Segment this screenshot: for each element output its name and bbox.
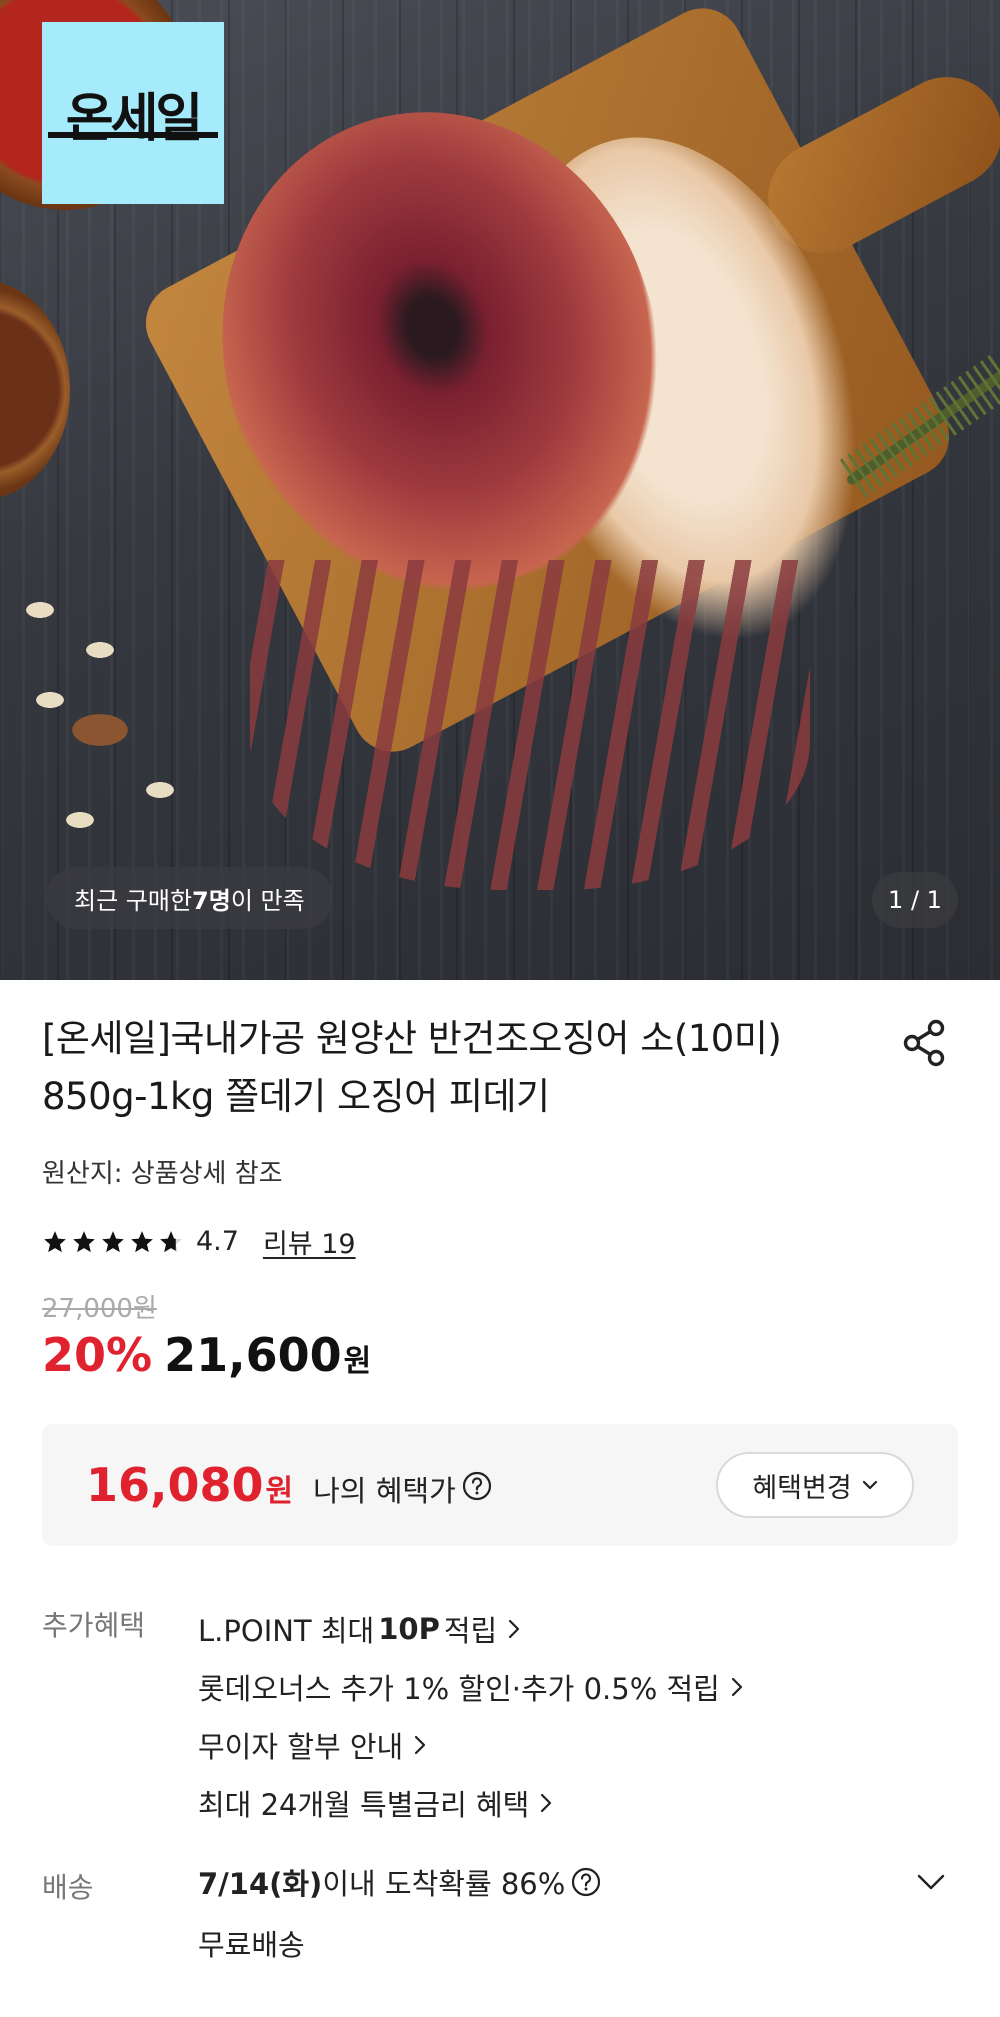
delivery-label: 배송 bbox=[42, 1871, 94, 1904]
extra-benefit-text: 무이자 할부 안내 bbox=[198, 1730, 404, 1764]
extra-benefits-list: L.POINT 최대 10P 적립 롯데오너스 추가 1% 할인·추가 0.5%… bbox=[198, 1600, 748, 1832]
star-icon bbox=[73, 1230, 95, 1252]
recent-buyers-badge: 최근 구매한 7명 이 만족 bbox=[46, 867, 333, 929]
dip-bowl-image bbox=[0, 280, 70, 500]
extra-benefit-text-post: 적립 bbox=[443, 1614, 498, 1648]
delivery-expand-button[interactable] bbox=[915, 1870, 947, 1894]
benefit-price-unit: 원 bbox=[265, 1474, 294, 1509]
buyers-count: 7명 bbox=[192, 886, 231, 915]
discount-rate: 20% bbox=[42, 1328, 153, 1382]
share-button[interactable] bbox=[900, 1015, 950, 1071]
original-price: 27,000원 bbox=[42, 1294, 157, 1324]
buyers-prefix: 최근 구매한 bbox=[74, 886, 193, 915]
product-title: [온세일]국내가공 원양산 반건조오징어 소(10미) 850g-1kg 쫄데기… bbox=[42, 1017, 782, 1118]
delivery-info: 7/14(화) 이내 도착확률 86% 무료배송 bbox=[198, 1862, 601, 1964]
extra-benefit-special-rate[interactable]: 최대 24개월 특별금리 혜택 bbox=[198, 1774, 748, 1832]
chevron-right-icon bbox=[413, 1734, 431, 1756]
extra-benefit-lpoint[interactable]: L.POINT 최대 10P 적립 bbox=[198, 1600, 748, 1658]
chevron-down-icon bbox=[917, 1874, 945, 1890]
star-icon bbox=[44, 1230, 66, 1252]
my-benefit-box: 16,080 원 나의 혜택가 혜택변경 bbox=[42, 1424, 958, 1546]
squid-tentacles-image bbox=[250, 560, 810, 890]
price-row: 20% 21,600 원 bbox=[42, 1328, 371, 1382]
delivery-help-button[interactable] bbox=[571, 1867, 601, 1897]
rating-value: 4.7 bbox=[196, 1226, 239, 1257]
chevron-right-icon bbox=[539, 1792, 557, 1814]
rating-stars bbox=[42, 1229, 184, 1255]
delivery-probability: 이내 도착확률 86% bbox=[322, 1867, 566, 1901]
half-star-icon bbox=[160, 1230, 182, 1252]
brand-logo-text: 온세일 bbox=[65, 88, 204, 149]
star-icon bbox=[131, 1230, 153, 1252]
nuts-image bbox=[10, 590, 180, 850]
brand-logo: 온세일 bbox=[42, 22, 224, 204]
extra-benefit-text-bold: 10P bbox=[378, 1612, 440, 1646]
benefit-change-button[interactable]: 혜택변경 bbox=[716, 1452, 914, 1518]
extra-benefit-lotte-owners[interactable]: 롯데오너스 추가 1% 할인·추가 0.5% 적립 bbox=[198, 1658, 748, 1716]
extra-benefit-text: 롯데오너스 추가 1% 할인·추가 0.5% 적립 bbox=[198, 1672, 720, 1706]
origin-info: 원산지: 상품상세 참조 bbox=[42, 1159, 283, 1189]
extra-benefit-text: 최대 24개월 특별금리 혜택 bbox=[198, 1788, 530, 1822]
brand-logo-underline bbox=[48, 132, 218, 138]
benefit-price: 16,080 bbox=[86, 1458, 264, 1512]
benefit-help-button[interactable] bbox=[462, 1471, 492, 1501]
rating-row: 4.7 리뷰 19 bbox=[42, 1222, 356, 1261]
buyers-suffix: 이 만족 bbox=[230, 886, 305, 915]
delivery-fee: 무료배송 bbox=[198, 1928, 305, 1962]
sale-price-unit: 원 bbox=[343, 1344, 372, 1379]
delivery-date: 7/14(화) bbox=[198, 1867, 323, 1901]
question-icon bbox=[572, 1867, 601, 1897]
extra-benefit-installment[interactable]: 무이자 할부 안내 bbox=[198, 1716, 748, 1774]
question-icon bbox=[462, 1471, 491, 1501]
image-page-indicator: 1 / 1 bbox=[872, 872, 958, 928]
extra-benefits-label: 추가혜택 bbox=[42, 1609, 146, 1642]
star-icon bbox=[102, 1230, 124, 1252]
sale-price: 21,600 bbox=[164, 1328, 342, 1382]
chevron-right-icon bbox=[507, 1618, 525, 1640]
benefit-change-label: 혜택변경 bbox=[752, 1472, 852, 1504]
delivery-estimate: 7/14(화) 이내 도착확률 86% bbox=[198, 1862, 601, 1902]
benefit-price-row: 16,080 원 나의 혜택가 bbox=[86, 1458, 492, 1512]
chevron-right-icon bbox=[730, 1676, 748, 1698]
product-image[interactable]: 온세일 최근 구매한 7명 이 만족 1 / 1 bbox=[0, 0, 1000, 980]
review-count-link[interactable]: 리뷰 19 bbox=[263, 1222, 356, 1261]
chevron-down-icon bbox=[862, 1480, 877, 1490]
extra-benefit-text-pre: L.POINT 최대 bbox=[198, 1614, 375, 1648]
benefit-label: 나의 혜택가 bbox=[313, 1474, 456, 1508]
share-icon bbox=[903, 1019, 945, 1067]
